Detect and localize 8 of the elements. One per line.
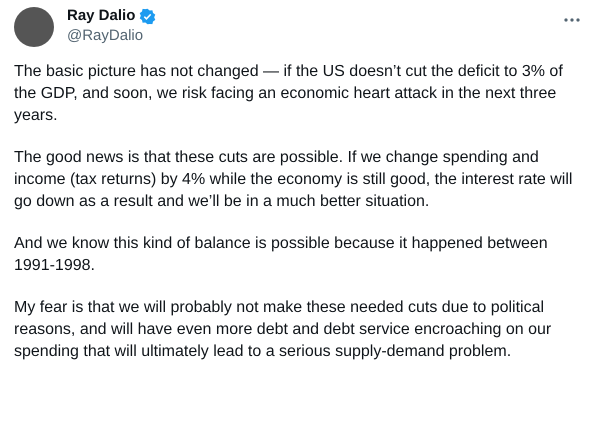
avatar[interactable] <box>14 7 54 47</box>
tweet-paragraph: My fear is that we will probably not make these needed cuts due to political reasons, and will have even more debt and debt service encroaching on our spending that will ultimately lead to a serious supply-demand problem. <box>14 298 552 362</box>
author-name[interactable]: Ray Dalio <box>67 6 136 26</box>
more-options-icon[interactable] <box>564 18 580 22</box>
tweet-paragraph: The good news is that these cuts are possible. If we change spending and income (tax returns) by 4% while the economy is still good, the interest rate will go down as a result and we’ll be in a much better situation. <box>14 148 574 212</box>
author-handle[interactable]: @RayDalio <box>67 26 156 46</box>
tweet-paragraph: The basic picture has not changed — if the US doesn’t cut the deficit to 3% of the GDP, and soon, we risk facing an economic heart attack in the next three years. <box>14 62 564 126</box>
tweet-paragraph: And we know this kind of balance is possible because it happened between 1991-1998. <box>14 234 549 276</box>
